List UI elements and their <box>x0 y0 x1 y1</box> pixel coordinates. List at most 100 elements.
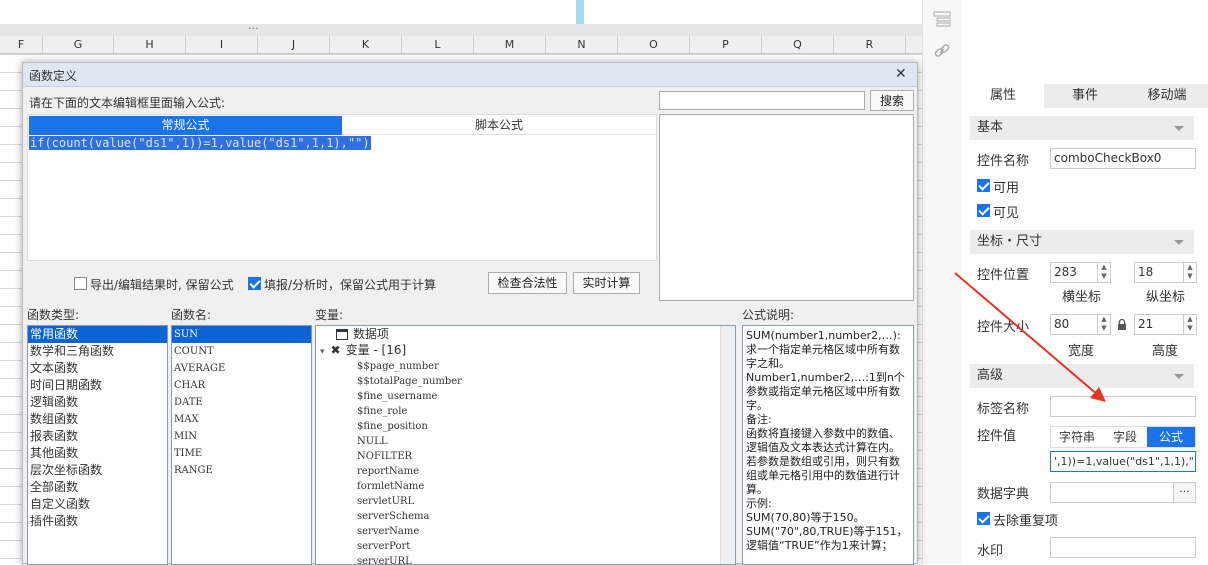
value-formula-input[interactable]: ',1))=1,value("ds1",1,1),"") <box>1050 451 1196 472</box>
pos-x-stepper[interactable]: ▲ ▼ <box>1097 262 1111 283</box>
col-header[interactable]: G <box>43 36 114 54</box>
value-type-string[interactable]: 字符串 <box>1051 427 1103 447</box>
tab-properties[interactable]: 属性 <box>962 84 1044 108</box>
link-icon[interactable] <box>933 42 951 60</box>
col-header[interactable]: F <box>0 36 43 54</box>
value-type-formula[interactable]: 公式 <box>1147 427 1195 447</box>
tab-mobile[interactable]: 移动端 <box>1126 84 1208 108</box>
dialog-titlebar[interactable]: 函数定义 ✕ <box>23 63 917 87</box>
list-item[interactable]: formletName <box>357 479 462 494</box>
list-item[interactable]: 其他函数 <box>28 445 167 462</box>
check-validity-button[interactable]: 检查合法性 <box>488 272 567 294</box>
list-item[interactable]: DATE <box>172 394 311 411</box>
func-name-list[interactable]: SUN COUNT AVERAGE CHAR DATE MAX MIN TIME… <box>171 325 312 565</box>
section-basic[interactable]: 基本 <box>970 116 1194 140</box>
list-item[interactable]: MAX <box>172 411 311 428</box>
list-item[interactable]: 全部函数 <box>28 479 167 496</box>
col-header[interactable]: O <box>618 36 690 54</box>
list-item[interactable]: $fine_position <box>357 419 462 434</box>
list-item[interactable]: serverName <box>357 524 462 539</box>
visible-checkbox[interactable] <box>977 204 990 217</box>
value-type-field[interactable]: 字段 <box>1103 427 1147 447</box>
height-input[interactable]: 21 <box>1134 314 1184 335</box>
var-node[interactable]: ▾ ✖ 变量 - [16] <box>320 343 406 358</box>
list-item[interactable]: 插件函数 <box>28 513 167 530</box>
list-item[interactable]: RANGE <box>172 462 311 479</box>
chevron-down-icon[interactable]: ▼ <box>1098 324 1110 333</box>
more-button[interactable]: ··· <box>1173 482 1196 503</box>
collapse-icon[interactable]: ▾ <box>320 347 325 357</box>
col-header[interactable]: K <box>330 36 402 54</box>
formula-text[interactable]: if(count(value("ds1",1))=1,value("ds1",1… <box>29 136 371 150</box>
tab-script-formula[interactable]: 脚本公式 <box>342 116 656 135</box>
list-item[interactable]: 数组函数 <box>28 411 167 428</box>
chevron-up-icon[interactable]: ▲ <box>1184 315 1196 324</box>
sheet-splitter[interactable]: ... <box>0 19 922 36</box>
name-input[interactable]: comboCheckBox0 <box>1050 148 1196 169</box>
col-header[interactable]: N <box>546 36 618 54</box>
list-item[interactable]: 常用函数 <box>28 326 167 343</box>
watermark-input[interactable] <box>1050 537 1196 558</box>
col-header[interactable]: R <box>834 36 906 54</box>
dict-input[interactable] <box>1050 482 1174 503</box>
list-item[interactable]: COUNT <box>172 343 311 360</box>
list-item[interactable]: $$totalPage_number <box>357 374 462 389</box>
list-item[interactable]: AVERAGE <box>172 360 311 377</box>
list-item[interactable]: 层次坐标函数 <box>28 462 167 479</box>
list-item[interactable]: 逻辑函数 <box>28 394 167 411</box>
list-item[interactable]: serverPort <box>357 539 462 554</box>
chevron-up-icon[interactable]: ▲ <box>1098 263 1110 272</box>
scrollbar[interactable] <box>720 326 735 564</box>
col-header[interactable]: L <box>402 36 474 54</box>
width-stepper[interactable]: ▲ ▼ <box>1097 314 1111 335</box>
col-header[interactable]: Q <box>762 36 834 54</box>
search-button[interactable]: 搜索 <box>870 90 914 111</box>
pos-y-input[interactable]: 18 <box>1134 262 1184 283</box>
list-item[interactable]: reportName <box>357 464 462 479</box>
list-item[interactable]: TIME <box>172 445 311 462</box>
list-item[interactable]: 文本函数 <box>28 360 167 377</box>
chevron-up-icon[interactable]: ▲ <box>1184 263 1196 272</box>
height-stepper[interactable]: ▲ ▼ <box>1183 314 1197 335</box>
section-advanced[interactable]: 高级 <box>970 364 1194 388</box>
tab-regular-formula[interactable]: 常规公式 <box>29 116 342 135</box>
list-item[interactable]: servletURL <box>357 494 462 509</box>
list-item[interactable]: $fine_role <box>357 404 462 419</box>
enabled-checkbox[interactable] <box>977 179 990 192</box>
dedupe-checkbox[interactable] <box>977 512 990 525</box>
list-item[interactable]: NULL <box>357 434 462 449</box>
list-item[interactable]: serverSchema <box>357 509 462 524</box>
func-type-list[interactable]: 常用函数 数学和三角函数 文本函数 时间日期函数 逻辑函数 数组函数 报表函数 … <box>27 325 168 565</box>
list-item[interactable]: CHAR <box>172 377 311 394</box>
chevron-down-icon[interactable]: ▼ <box>1184 324 1196 333</box>
list-item[interactable]: MIN <box>172 428 311 445</box>
chevron-down-icon[interactable]: ▼ <box>1184 272 1196 281</box>
list-item[interactable]: 时间日期函数 <box>28 377 167 394</box>
col-header[interactable]: P <box>690 36 762 54</box>
list-item[interactable]: 自定义函数 <box>28 496 167 513</box>
layers-icon[interactable] <box>933 10 951 28</box>
tag-input[interactable] <box>1050 396 1196 417</box>
col-header[interactable]: J <box>258 36 330 54</box>
tab-events[interactable]: 事件 <box>1044 84 1126 108</box>
list-item[interactable]: 数学和三角函数 <box>28 343 167 360</box>
keep-formula-fill-checkbox[interactable] <box>248 277 261 290</box>
chevron-up-icon[interactable]: ▲ <box>1098 315 1110 324</box>
list-item[interactable]: SUN <box>172 326 311 343</box>
close-icon[interactable]: ✕ <box>895 66 907 82</box>
list-item[interactable]: $fine_username <box>357 389 462 404</box>
width-input[interactable]: 80 <box>1050 314 1098 335</box>
dataset-node[interactable]: 数据项 <box>336 327 389 342</box>
keep-formula-export-checkbox[interactable] <box>74 277 87 290</box>
lock-icon[interactable] <box>1117 318 1127 330</box>
list-item[interactable]: 报表函数 <box>28 428 167 445</box>
pos-x-input[interactable]: 283 <box>1050 262 1098 283</box>
col-header[interactable]: M <box>474 36 546 54</box>
realtime-calc-button[interactable]: 实时计算 <box>573 272 640 294</box>
section-coords[interactable]: 坐标・尺寸 <box>970 230 1194 254</box>
list-item[interactable]: serverURL <box>357 554 462 564</box>
pos-y-stepper[interactable]: ▲ ▼ <box>1183 262 1197 283</box>
col-header[interactable]: I <box>186 36 258 54</box>
formula-editor[interactable]: 常规公式 脚本公式 if(count(value("ds1",1))=1,val… <box>27 114 657 261</box>
search-input[interactable] <box>659 91 865 110</box>
